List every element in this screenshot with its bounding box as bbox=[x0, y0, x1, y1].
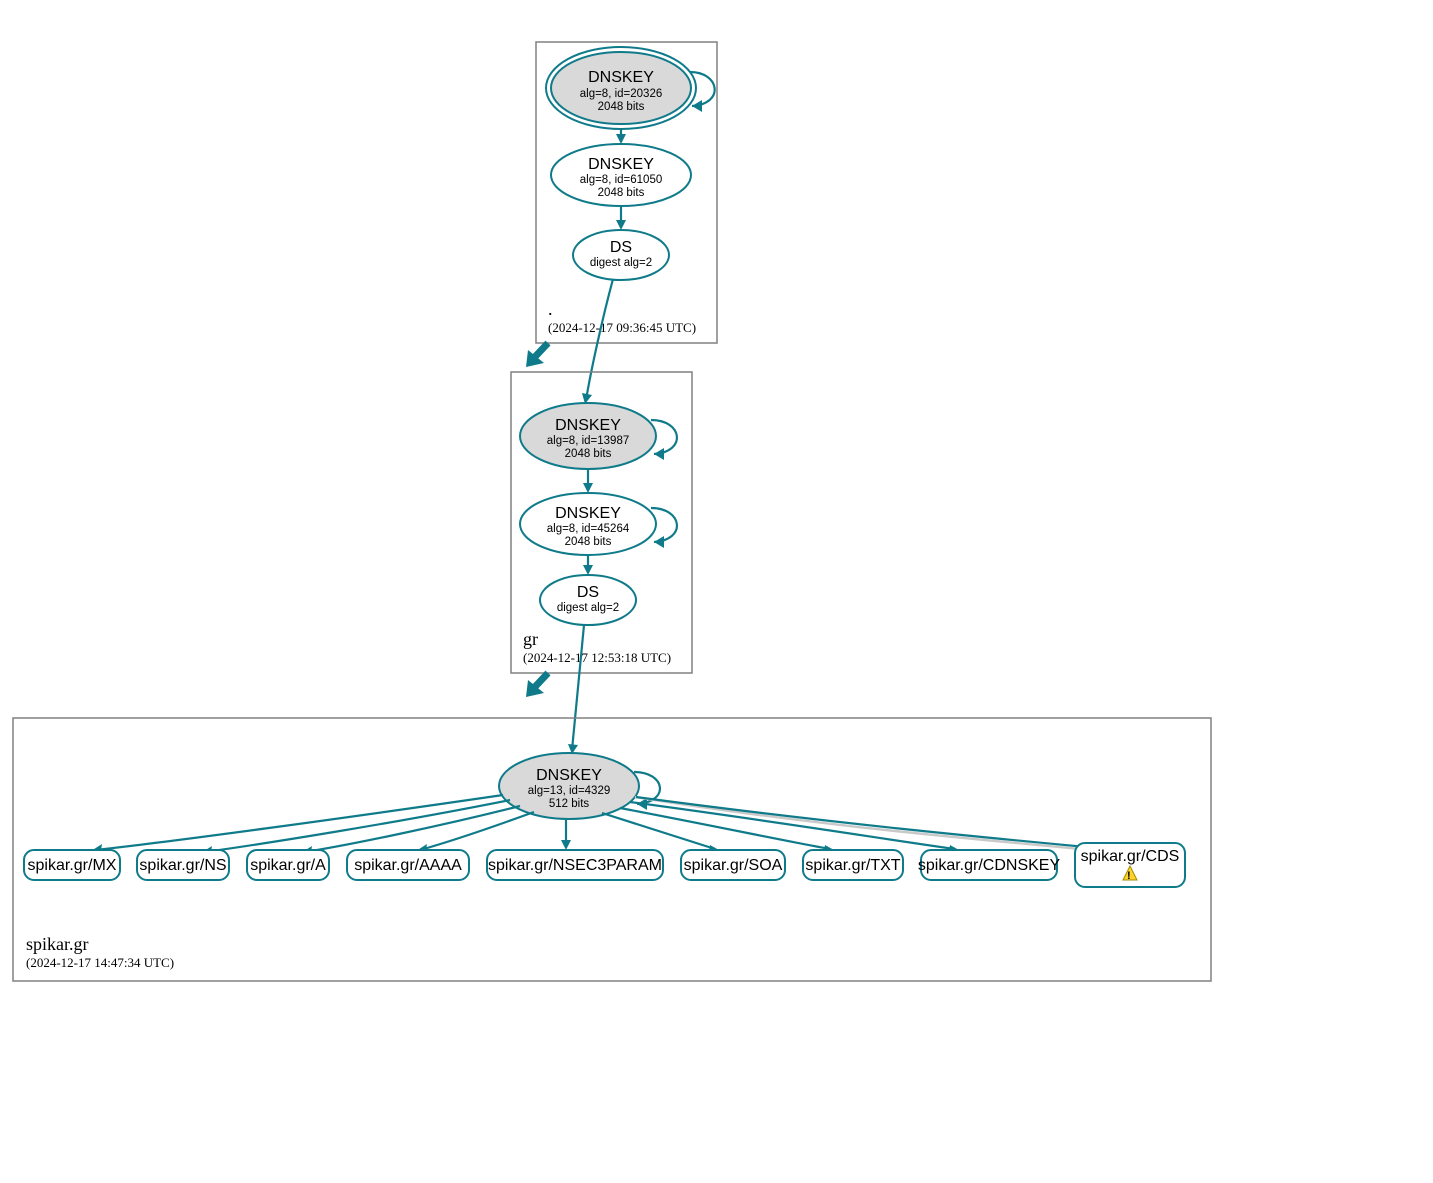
svg-text:alg=8, id=45264: alg=8, id=45264 bbox=[547, 523, 630, 535]
node-tld-ksk: DNSKEY alg=8, id=13987 2048 bits bbox=[520, 403, 677, 469]
svg-text:2048 bits: 2048 bits bbox=[598, 187, 645, 199]
svg-text:spikar.gr/A: spikar.gr/A bbox=[250, 857, 326, 874]
node-tld-zsk: DNSKEY alg=8, id=45264 2048 bits bbox=[520, 493, 677, 555]
svg-text:DNSKEY: DNSKEY bbox=[555, 417, 621, 434]
delegation-tld-to-leaf bbox=[526, 673, 548, 697]
svg-text:digest alg=2: digest alg=2 bbox=[557, 602, 619, 614]
svg-text:alg=8, id=20326: alg=8, id=20326 bbox=[580, 88, 663, 100]
zone-root-name: . bbox=[548, 299, 553, 319]
svg-text:alg=13, id=4329: alg=13, id=4329 bbox=[528, 785, 611, 797]
svg-text:DNSKEY: DNSKEY bbox=[588, 156, 654, 173]
edge-tld-ds-to-leaf-key bbox=[572, 625, 584, 750]
svg-text:spikar.gr/NS: spikar.gr/NS bbox=[139, 857, 226, 874]
svg-text:spikar.gr/SOA: spikar.gr/SOA bbox=[684, 857, 783, 874]
zone-root-ts: (2024-12-17 09:36:45 UTC) bbox=[548, 320, 696, 335]
delegation-root-to-tld bbox=[526, 343, 548, 367]
svg-text:DS: DS bbox=[610, 239, 632, 256]
svg-text:DNSKEY: DNSKEY bbox=[536, 767, 602, 784]
svg-text:2048 bits: 2048 bits bbox=[598, 101, 645, 113]
svg-text:spikar.gr/CDS: spikar.gr/CDS bbox=[1081, 848, 1180, 865]
svg-text:spikar.gr/MX: spikar.gr/MX bbox=[28, 857, 117, 874]
svg-text:2048 bits: 2048 bits bbox=[565, 536, 612, 548]
svg-text:DS: DS bbox=[577, 584, 599, 601]
svg-text:spikar.gr/NSEC3PARAM: spikar.gr/NSEC3PARAM bbox=[488, 857, 662, 874]
svg-text:512 bits: 512 bits bbox=[549, 798, 590, 810]
node-root-zsk: DNSKEY alg=8, id=61050 2048 bits bbox=[551, 144, 691, 206]
node-root-ds: DS digest alg=2 bbox=[573, 230, 669, 280]
zone-tld: gr (2024-12-17 12:53:18 UTC) DNSKEY alg=… bbox=[511, 372, 692, 673]
zone-tld-name: gr bbox=[523, 629, 538, 649]
dnssec-graph: . (2024-12-17 09:36:45 UTC) DNSKEY alg=8… bbox=[0, 0, 1433, 1183]
svg-text:alg=8, id=13987: alg=8, id=13987 bbox=[547, 435, 630, 447]
node-leaf-key: DNSKEY alg=13, id=4329 512 bits bbox=[499, 753, 660, 819]
zone-leaf: spikar.gr (2024-12-17 14:47:34 UTC) DNSK… bbox=[13, 718, 1211, 981]
node-root-ksk: DNSKEY alg=8, id=20326 2048 bits bbox=[546, 47, 715, 129]
edge-root-ds-to-tld-ksk bbox=[586, 279, 613, 400]
node-tld-ds: DS digest alg=2 bbox=[540, 575, 636, 625]
rrset-nsec3param: spikar.gr/NSEC3PARAM bbox=[487, 820, 663, 880]
zone-leaf-ts: (2024-12-17 14:47:34 UTC) bbox=[26, 955, 174, 970]
svg-text:spikar.gr/CDNSKEY: spikar.gr/CDNSKEY bbox=[918, 857, 1061, 874]
svg-text:digest alg=2: digest alg=2 bbox=[590, 257, 652, 269]
svg-text:!: ! bbox=[1127, 870, 1131, 882]
svg-text:2048 bits: 2048 bits bbox=[565, 448, 612, 460]
svg-text:alg=8, id=61050: alg=8, id=61050 bbox=[580, 174, 663, 186]
svg-text:DNSKEY: DNSKEY bbox=[555, 505, 621, 522]
zone-root: . (2024-12-17 09:36:45 UTC) DNSKEY alg=8… bbox=[536, 42, 717, 343]
zone-leaf-name: spikar.gr bbox=[26, 934, 89, 954]
svg-text:spikar.gr/TXT: spikar.gr/TXT bbox=[805, 857, 900, 874]
zone-tld-ts: (2024-12-17 12:53:18 UTC) bbox=[523, 650, 671, 665]
svg-text:DNSKEY: DNSKEY bbox=[588, 69, 654, 86]
svg-text:spikar.gr/AAAA: spikar.gr/AAAA bbox=[354, 857, 462, 874]
